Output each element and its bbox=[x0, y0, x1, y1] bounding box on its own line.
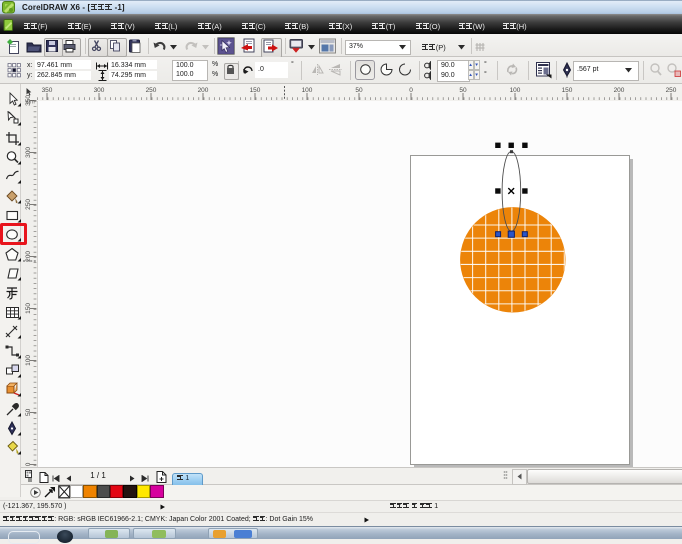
svg-text:100: 100 bbox=[25, 355, 32, 366]
svg-text:250: 250 bbox=[25, 199, 32, 210]
svg-text:300: 300 bbox=[25, 147, 32, 158]
svg-text:200: 200 bbox=[25, 251, 32, 262]
svg-text:150: 150 bbox=[25, 303, 32, 314]
svg-text:0: 0 bbox=[25, 462, 32, 466]
svg-text:50: 50 bbox=[25, 408, 32, 416]
svg-text:mm: mm bbox=[26, 100, 36, 106]
